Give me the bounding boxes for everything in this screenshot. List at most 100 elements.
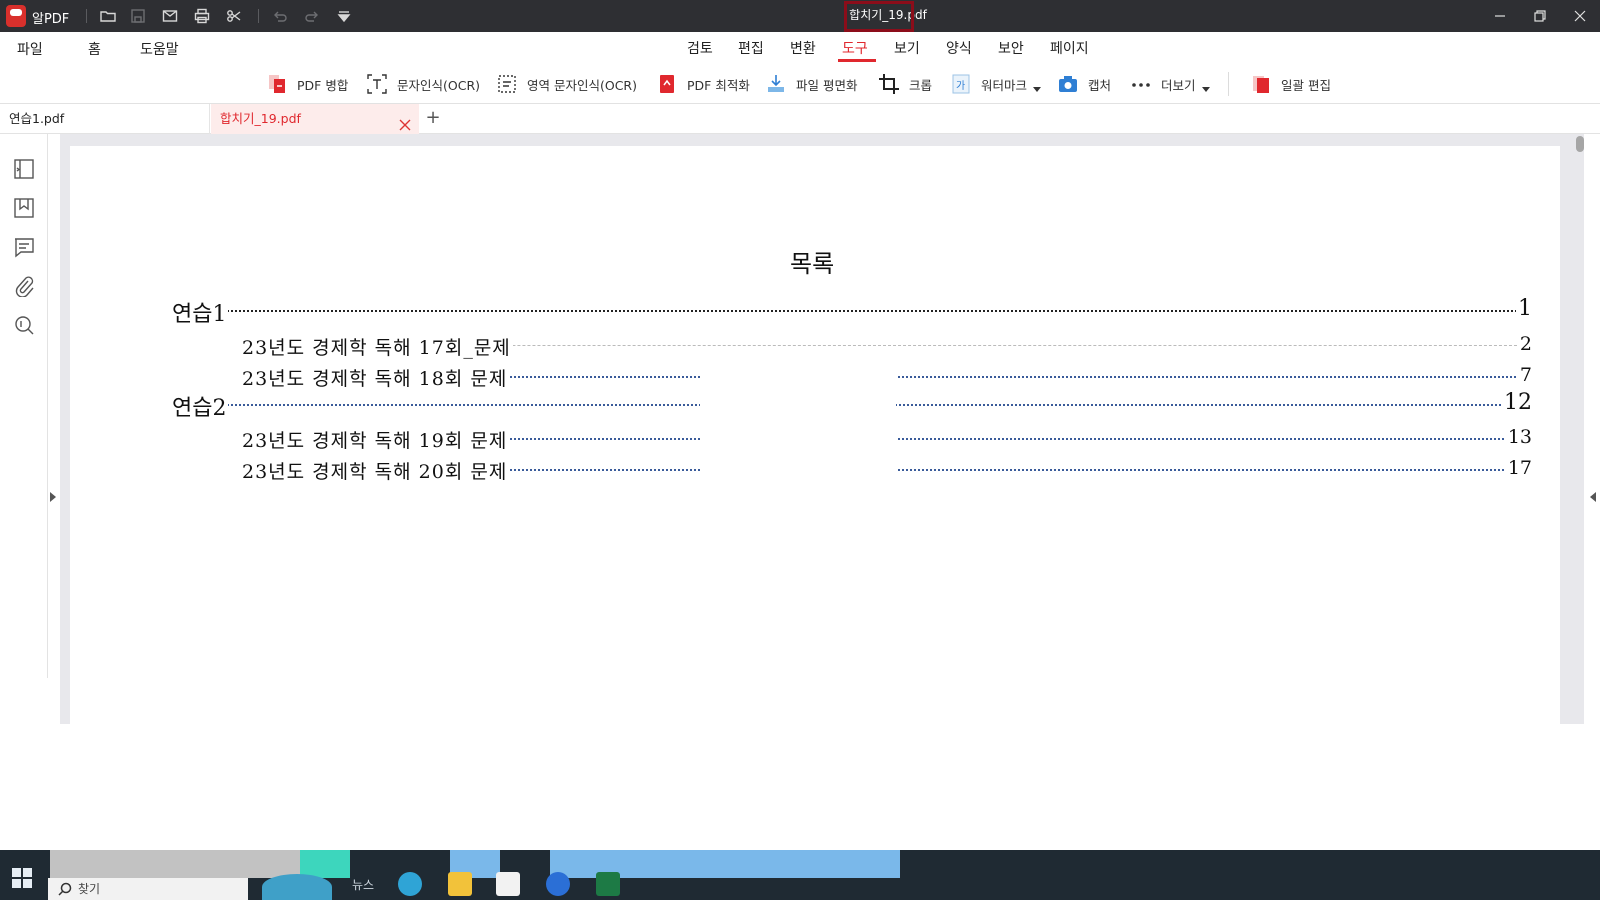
undo-icon xyxy=(274,11,287,22)
menu-help[interactable]: 도움말 xyxy=(140,39,179,59)
menu-home[interactable]: 홈 xyxy=(88,39,101,59)
undo-button[interactable] xyxy=(270,6,290,26)
minimize-button[interactable] xyxy=(1480,0,1520,32)
doc-tab-merged[interactable]: 합치기_19.pdf xyxy=(211,104,419,134)
edge-browser-icon[interactable] xyxy=(398,872,422,896)
region-ocr-button[interactable]: 영역 문자인식(OCR) xyxy=(496,72,637,96)
panel-icon xyxy=(14,159,34,179)
new-tab-button[interactable]: + xyxy=(424,109,442,128)
region-ocr-label: 영역 문자인식(OCR) xyxy=(527,77,637,93)
tab-forms[interactable]: 양식 xyxy=(946,38,972,62)
toc-leader-dots xyxy=(172,310,1532,312)
tab-convert[interactable]: 변환 xyxy=(790,38,816,62)
expand-left-panel-icon[interactable] xyxy=(50,492,56,502)
ocr-icon xyxy=(366,73,388,95)
doc-tab-label: 연습1.pdf xyxy=(9,111,65,126)
close-window-button[interactable] xyxy=(1560,0,1600,32)
capture-button[interactable]: 캡처 xyxy=(1057,72,1111,96)
watermark-button[interactable]: 가 워터마크 xyxy=(950,72,1042,96)
more-button[interactable]: 더보기 xyxy=(1130,72,1210,96)
scissors-icon xyxy=(227,10,241,22)
chrome-browser-icon[interactable] xyxy=(546,872,570,896)
toc-title: 목록 xyxy=(790,250,835,278)
doc-tab-practice1[interactable]: 연습1.pdf xyxy=(0,104,210,134)
tab-edit[interactable]: 편집 xyxy=(738,38,764,62)
windows-start-button[interactable] xyxy=(12,868,34,890)
attachments-button[interactable] xyxy=(13,275,35,298)
toc-entry-page: 12 xyxy=(1502,390,1532,415)
watermark-label: 워터마크 xyxy=(981,77,1028,93)
restore-icon xyxy=(1534,10,1546,22)
print-button[interactable] xyxy=(192,6,212,26)
title-highlight-box xyxy=(844,1,914,32)
customize-quick-access-button[interactable] xyxy=(334,6,354,26)
vertical-scrollbar-thumb[interactable] xyxy=(1576,136,1584,152)
menu-file[interactable]: 파일 xyxy=(17,39,43,59)
flatten-icon xyxy=(765,73,787,95)
maximize-button[interactable] xyxy=(1520,0,1560,32)
region-ocr-icon xyxy=(496,73,518,95)
batch-edit-button[interactable]: 일괄 편집 xyxy=(1250,72,1331,96)
open-folder-button[interactable] xyxy=(98,6,118,26)
pdf-merge-button[interactable]: PDF 병합 xyxy=(266,72,348,96)
toc-entry-label: 연습1 xyxy=(172,296,229,328)
printer-icon xyxy=(194,8,210,24)
document-tab-bar: 연습1.pdf 합치기_19.pdf + xyxy=(0,104,1600,134)
toc-entry-label: 연습2 xyxy=(172,390,229,422)
search-panel-button[interactable] xyxy=(13,314,35,336)
close-icon xyxy=(1574,10,1586,22)
render-gap xyxy=(700,436,896,450)
news-widget-label: 뉴스 xyxy=(352,878,375,892)
microsoft-store-icon[interactable] xyxy=(496,872,520,896)
tab-pages[interactable]: 페이지 xyxy=(1050,38,1089,62)
close-tab-button[interactable] xyxy=(399,112,413,131)
quick-access-separator xyxy=(86,9,87,23)
tools-ribbon: PDF 병합 문자인식(OCR) 영역 문자인식(OCR) PDF 최적화 파일… xyxy=(0,64,1600,104)
flatten-label: 파일 평면화 xyxy=(796,77,858,93)
pdf-optimize-icon xyxy=(656,73,678,95)
crop-button[interactable]: 크롭 xyxy=(878,72,932,96)
more-label: 더보기 xyxy=(1161,77,1196,93)
paperclip-icon xyxy=(15,276,34,298)
file-explorer-icon[interactable] xyxy=(448,872,472,896)
redo-button[interactable] xyxy=(302,6,322,26)
scissors-button[interactable] xyxy=(224,6,244,26)
toc-entry-page: 2 xyxy=(1517,333,1532,355)
active-tab-indicator xyxy=(838,59,876,62)
crop-icon xyxy=(878,73,900,95)
render-gap xyxy=(700,374,896,388)
bookmarks-button[interactable] xyxy=(13,197,35,219)
app-name: 알PDF xyxy=(32,12,70,27)
toc-entry[interactable]: 23년도 경제학 독해 17회_문제 2 xyxy=(242,333,1532,360)
comment-icon xyxy=(15,238,34,258)
news-widget-icon[interactable] xyxy=(262,874,332,900)
more-dots-icon xyxy=(1130,73,1152,95)
comments-button[interactable] xyxy=(13,236,35,258)
camera-icon xyxy=(1057,73,1079,95)
flatten-button[interactable]: 파일 평면화 xyxy=(765,72,857,96)
expand-right-panel-icon[interactable] xyxy=(1590,492,1596,502)
excel-icon[interactable] xyxy=(596,872,620,896)
tab-view[interactable]: 보기 xyxy=(894,38,920,62)
email-button[interactable] xyxy=(160,6,180,26)
mail-icon xyxy=(162,10,178,22)
save-button[interactable] xyxy=(128,6,148,26)
pdf-page: 목록 연습1 1 23년도 경제학 독해 17회_문제 2 23년도 경제학 독… xyxy=(70,146,1560,724)
taskbar-search-box[interactable]: 찾기 xyxy=(48,878,248,900)
folder-icon xyxy=(100,11,116,22)
pdf-optimize-button[interactable]: PDF 최적화 xyxy=(656,72,750,96)
quick-access-separator xyxy=(258,9,259,23)
toc-entry-page: 1 xyxy=(1516,296,1532,321)
toc-entry-page: 17 xyxy=(1505,457,1532,479)
page-thumbnails-button[interactable] xyxy=(13,158,35,180)
bookmark-icon xyxy=(14,198,34,218)
search-icon xyxy=(15,316,34,335)
toc-entry-label: 23년도 경제학 독해 20회 문제 xyxy=(242,457,510,484)
chevron-down-icon xyxy=(1033,86,1042,92)
document-viewer[interactable]: 목록 연습1 1 23년도 경제학 독해 17회_문제 2 23년도 경제학 독… xyxy=(60,134,1584,724)
ocr-button[interactable]: 문자인식(OCR) xyxy=(366,72,480,96)
toc-entry-label: 23년도 경제학 독해 19회 문제 xyxy=(242,426,510,453)
toc-entry[interactable]: 연습1 1 xyxy=(172,296,1532,328)
tab-security[interactable]: 보안 xyxy=(998,38,1024,62)
tab-review[interactable]: 검토 xyxy=(687,38,713,62)
